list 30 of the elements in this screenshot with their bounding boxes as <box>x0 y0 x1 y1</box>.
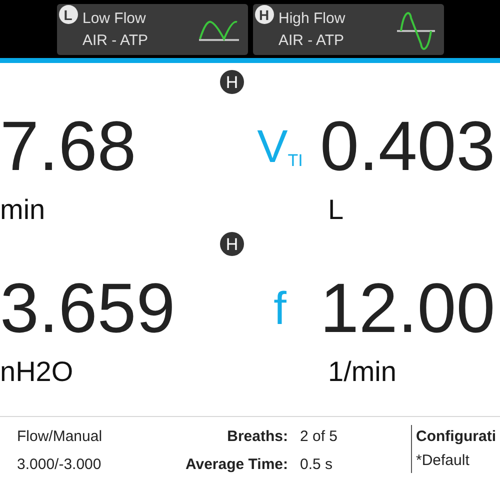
parameter-symbol: V$_{TI}$ <box>257 123 303 169</box>
stat-label: Average Time: <box>185 455 288 475</box>
configuration-value: *Default <box>416 451 470 471</box>
metric-unit: min <box>0 194 46 226</box>
stat-value: 2 of 5 <box>300 427 339 447</box>
configuration-title: Configurati <box>416 427 496 447</box>
mode-badge: L <box>58 5 78 24</box>
hold-badge: H <box>220 232 244 256</box>
mode-title: High Flow <box>278 9 346 29</box>
stat-label: Breaths: <box>227 427 288 447</box>
mode-subtitle: AIR - ATP <box>82 31 150 51</box>
metric-unit: nH2O <box>0 356 74 388</box>
metric-value: 3.659 <box>0 273 176 343</box>
mode-tab[interactable]: H High Flow AIR - ATP <box>252 4 444 55</box>
metric-value: 7.68 <box>0 111 138 181</box>
half-wave-icon <box>198 18 240 44</box>
mode-badge: H <box>254 5 274 24</box>
mode-label: Flow/Manual <box>17 427 104 447</box>
mode-tab[interactable]: L Low Flow AIR - ATP <box>56 4 248 55</box>
parameter-symbol: f <box>274 285 286 331</box>
stat-value: 0.5 s <box>300 455 334 475</box>
range-label: 3.000/-3.000 <box>17 455 102 475</box>
metric-unit: L <box>328 194 344 226</box>
metric-value: 12.00 <box>320 273 496 343</box>
mode-subtitle: AIR - ATP <box>278 31 346 51</box>
metric-value: 0.403 <box>320 111 496 181</box>
hold-badge: H <box>220 70 244 94</box>
metric-unit: 1/min <box>328 356 396 388</box>
mode-title: Low Flow <box>82 9 147 29</box>
sine-wave-icon <box>396 10 436 52</box>
